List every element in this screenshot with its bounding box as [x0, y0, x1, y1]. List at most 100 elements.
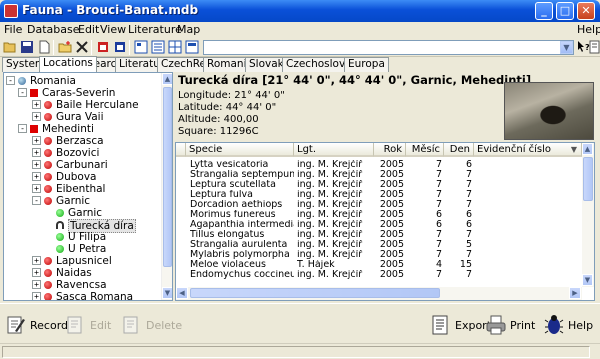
- scroll-right-button[interactable]: ▶: [569, 287, 581, 299]
- tree-node[interactable]: + Ravencsa: [4, 279, 160, 291]
- tab-europa[interactable]: Europa: [344, 57, 389, 72]
- tree-node[interactable]: Turecká díra: [4, 219, 160, 233]
- tree-node[interactable]: + Bozovici: [4, 147, 160, 159]
- tree-node[interactable]: - Mehedinti: [4, 123, 160, 135]
- menu-literature[interactable]: Literature: [128, 23, 182, 36]
- tree-node[interactable]: - Garnic: [4, 195, 160, 207]
- collapse-icon[interactable]: -: [18, 88, 27, 97]
- table-row[interactable]: Leptura scutellata ing. M. Krejčíř 2005 7 7: [176, 180, 584, 190]
- expand-icon[interactable]: +: [32, 172, 41, 181]
- menu-help[interactable]: Help: [577, 23, 600, 36]
- new-document-icon[interactable]: [37, 40, 51, 54]
- title-bar[interactable]: Fauna - Brouci-Banat.mdb _ □ ✕: [0, 0, 600, 22]
- location-tree[interactable]: - Romania - Caras-Severin + Baile Herculane + G…: [3, 72, 173, 301]
- tree-node[interactable]: + Eibenthal: [4, 183, 160, 195]
- edit-button[interactable]: Edit: [66, 314, 111, 336]
- column-header-rok[interactable]: Rok: [374, 143, 406, 157]
- scroll-up-button[interactable]: ▲: [582, 143, 593, 155]
- column-header-specie[interactable]: Specie: [186, 143, 294, 157]
- table-row[interactable]: Agapanthia intermedia ing. M. Krejčíř 2005…: [176, 220, 584, 230]
- scroll-down-button[interactable]: ▼: [162, 287, 172, 299]
- table-row[interactable]: Strangalia septempunctataing. M. Krejčíř…: [176, 170, 584, 180]
- tree-node[interactable]: - Caras-Severin: [4, 87, 160, 99]
- grid-vertical-scrollbar[interactable]: ▲ ▼: [582, 143, 594, 287]
- delete-button[interactable]: Delete: [122, 314, 182, 336]
- column-header-mesic[interactable]: Měsíc: [406, 143, 444, 157]
- table-row[interactable]: Meloe violaceus T. Hájek 2005 4 15: [176, 260, 584, 270]
- expand-icon[interactable]: +: [32, 136, 41, 145]
- column-header-evidencni-cislo[interactable]: Evidenční číslo ▼: [474, 143, 582, 157]
- print-preview-icon[interactable]: [113, 40, 127, 54]
- table-row[interactable]: Tillus elongatus ing. M. Krejčíř 2005 7 7: [176, 230, 584, 240]
- grid-view-icon[interactable]: [134, 40, 148, 54]
- open-folder-icon[interactable]: [3, 40, 17, 54]
- tree-node[interactable]: Garnic: [4, 207, 160, 219]
- print-button[interactable]: Print: [486, 314, 535, 336]
- minimize-button[interactable]: _: [535, 2, 553, 20]
- expand-icon[interactable]: +: [32, 292, 41, 300]
- whats-this-icon[interactable]: [588, 40, 600, 54]
- table-row[interactable]: Strangalia aurulenta ing. M. Krejčíř 2005 7…: [176, 240, 584, 250]
- scroll-thumb[interactable]: [583, 157, 593, 201]
- scroll-thumb[interactable]: [190, 288, 440, 298]
- table-view-icon[interactable]: [168, 40, 182, 54]
- collapse-icon[interactable]: -: [18, 124, 27, 133]
- tree-node[interactable]: + Carbunari: [4, 159, 160, 171]
- help-button[interactable]: Help: [544, 314, 593, 336]
- scroll-up-button[interactable]: ▲: [162, 73, 172, 85]
- new-folder-icon[interactable]: [58, 40, 72, 54]
- expand-icon[interactable]: +: [32, 280, 41, 289]
- collapse-icon[interactable]: -: [32, 196, 41, 205]
- table-row[interactable]: Morimus funereus ing. M. Krejčíř 2005 6 6: [176, 210, 584, 220]
- collapse-icon[interactable]: -: [6, 76, 15, 85]
- table-row[interactable]: Lytta vesicatoria ing. M. Krejčíř 2005 7 6: [176, 160, 584, 170]
- tree-scrollbar[interactable]: ▲ ▼: [161, 73, 172, 300]
- column-header-lgt[interactable]: Lgt.: [294, 143, 374, 157]
- tree-node[interactable]: U Filipa: [4, 231, 160, 243]
- toolbar-separator: [53, 40, 54, 55]
- list-view-icon[interactable]: [151, 40, 165, 54]
- tree-node[interactable]: - Romania: [4, 75, 160, 87]
- delete-x-icon[interactable]: [75, 40, 89, 54]
- tree-node[interactable]: U Petra: [4, 243, 160, 255]
- tree-node[interactable]: + Sasca Romana: [4, 291, 160, 300]
- maximize-button[interactable]: □: [556, 2, 574, 20]
- detail-view-icon[interactable]: [185, 40, 199, 54]
- menu-map[interactable]: Map: [177, 23, 200, 36]
- expand-icon[interactable]: +: [32, 160, 41, 169]
- expand-icon[interactable]: +: [32, 148, 41, 157]
- expand-icon[interactable]: +: [32, 100, 41, 109]
- scroll-down-button[interactable]: ▼: [582, 274, 593, 286]
- menu-edit[interactable]: Edit: [78, 23, 99, 36]
- close-button[interactable]: ✕: [577, 2, 595, 20]
- expand-icon[interactable]: +: [32, 268, 41, 277]
- scroll-thumb[interactable]: [163, 87, 172, 267]
- table-row[interactable]: Mylabris polymorpha ing. M. Krejčíř 2005 7 7: [176, 250, 584, 260]
- table-row[interactable]: Dorcadion aethiops ing. M. Krejčíř 2005 7 7: [176, 200, 584, 210]
- tree-node[interactable]: + Dubova: [4, 171, 160, 183]
- record-button[interactable]: Record: [6, 314, 68, 336]
- tree-node[interactable]: + Baile Herculane: [4, 99, 160, 111]
- expand-icon[interactable]: +: [32, 184, 41, 193]
- menu-view[interactable]: View: [100, 23, 126, 36]
- records-grid[interactable]: Specie Lgt. Rok Měsíc Den Evidenční čísl…: [175, 142, 595, 301]
- export-button[interactable]: Export: [431, 314, 491, 336]
- tree-node[interactable]: + Berzasca: [4, 135, 160, 147]
- tree-node[interactable]: + Gura Vaii: [4, 111, 160, 123]
- table-row[interactable]: Endomychus coccineus ing. M. Krejčíř 2005 7…: [176, 270, 584, 280]
- tab-locations[interactable]: Locations: [39, 56, 97, 72]
- print-icon[interactable]: [96, 40, 110, 54]
- tree-node[interactable]: + Naidas: [4, 267, 160, 279]
- search-combo-input[interactable]: [203, 40, 574, 55]
- menu-database[interactable]: Database: [27, 23, 80, 36]
- expand-icon[interactable]: +: [32, 256, 41, 265]
- menu-file[interactable]: File: [4, 23, 22, 36]
- column-header-den[interactable]: Den: [444, 143, 474, 157]
- table-row[interactable]: Leptura fulva ing. M. Krejčíř 2005 7 7: [176, 190, 584, 200]
- expand-icon[interactable]: +: [32, 112, 41, 121]
- grid-horizontal-scrollbar[interactable]: ◀ ▶: [176, 287, 582, 300]
- save-icon[interactable]: [20, 40, 34, 54]
- tree-node[interactable]: + Lapusnicel: [4, 255, 160, 267]
- combo-dropdown-button[interactable]: ▼: [560, 41, 573, 54]
- scroll-left-button[interactable]: ◀: [176, 287, 188, 299]
